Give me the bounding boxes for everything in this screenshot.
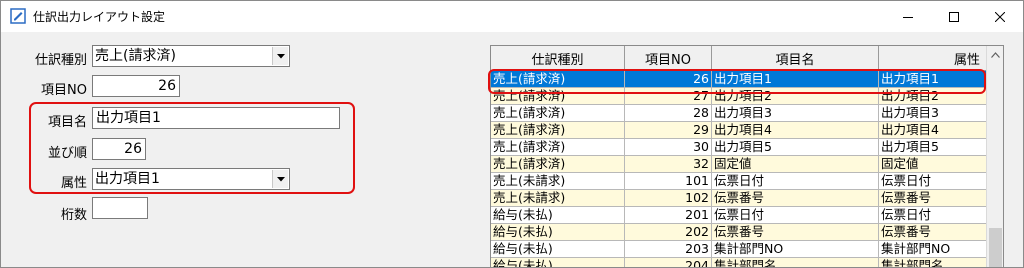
chevron-down-icon[interactable]: [272, 170, 288, 188]
table-row[interactable]: 売上(請求済) 30 出力項目5 出力項目5: [491, 139, 987, 156]
minimize-button[interactable]: [885, 1, 931, 32]
col-header-zokusei[interactable]: 属性: [879, 46, 987, 71]
keta-su-field[interactable]: [92, 197, 148, 219]
cell-shiwake-shubetsu[interactable]: 売上(請求済): [491, 139, 625, 156]
title-bar: 仕訳出力レイアウト設定: [1, 1, 1023, 32]
cell-shiwake-shubetsu[interactable]: 売上(未請求): [491, 173, 625, 190]
cell-shiwake-shubetsu[interactable]: 給与(未払): [491, 241, 625, 258]
highlight-box-selected-row: [488, 69, 986, 94]
cell-shiwake-shubetsu[interactable]: 売上(請求済): [491, 105, 625, 122]
shiwake-shubetsu-value: 売上(請求済): [95, 48, 176, 64]
close-icon: [995, 11, 1005, 22]
koumoku-no-label: 項目NO: [41, 83, 87, 98]
table-row[interactable]: 給与(未払) 202 伝票番号 伝票番号: [491, 224, 987, 241]
cell-koumoku-no[interactable]: 101: [625, 173, 712, 190]
keta-su-label: 桁数: [60, 208, 87, 223]
cell-zokusei[interactable]: 伝票番号: [879, 190, 987, 207]
cell-zokusei[interactable]: 出力項目4: [879, 122, 987, 139]
scrollbar-thumb[interactable]: [989, 228, 1002, 267]
cell-shiwake-shubetsu[interactable]: 売上(請求済): [491, 122, 625, 139]
cell-zokusei[interactable]: 伝票日付: [879, 173, 987, 190]
shiwake-shubetsu-label: 仕訳種別: [34, 53, 87, 68]
col-header-koumoku-mei[interactable]: 項目名: [712, 46, 879, 71]
maximize-button[interactable]: [931, 1, 977, 32]
cell-koumoku-mei[interactable]: 伝票日付: [712, 173, 879, 190]
shiwake-shubetsu-select[interactable]: 売上(請求済): [92, 45, 290, 67]
zokusei-select[interactable]: 出力項目1: [92, 168, 290, 190]
cell-zokusei[interactable]: 出力項目5: [879, 139, 987, 156]
close-button[interactable]: [977, 1, 1023, 32]
cell-shiwake-shubetsu[interactable]: 給与(未払): [491, 224, 625, 241]
table-row[interactable]: 売上(請求済) 28 出力項目3 出力項目3: [491, 105, 987, 122]
cell-shiwake-shubetsu[interactable]: 売上(未請求): [491, 190, 625, 207]
cell-zokusei[interactable]: 集計部門名: [879, 258, 987, 267]
cell-koumoku-no[interactable]: 30: [625, 139, 712, 156]
minimize-icon: [903, 16, 913, 18]
vertical-scrollbar[interactable]: [986, 46, 1003, 267]
cell-zokusei[interactable]: 出力項目3: [879, 105, 987, 122]
cell-koumoku-no[interactable]: 28: [625, 105, 712, 122]
cell-koumoku-mei[interactable]: 伝票日付: [712, 207, 879, 224]
cell-koumoku-no[interactable]: 32: [625, 156, 712, 173]
scroll-up-icon[interactable]: [987, 46, 1003, 63]
cell-koumoku-mei[interactable]: 出力項目3: [712, 105, 879, 122]
zokusei-label: 属性: [60, 176, 87, 191]
col-header-shiwake-shubetsu[interactable]: 仕訳種別: [491, 46, 625, 71]
cell-zokusei[interactable]: 伝票番号: [879, 224, 987, 241]
cell-koumoku-mei[interactable]: 伝票番号: [712, 190, 879, 207]
cell-koumoku-mei[interactable]: 集計部門NO: [712, 241, 879, 258]
cell-koumoku-mei[interactable]: 固定値: [712, 156, 879, 173]
cell-koumoku-no[interactable]: 201: [625, 207, 712, 224]
zokusei-value: 出力項目1: [95, 171, 160, 187]
koumoku-mei-field[interactable]: 出力項目1: [92, 107, 340, 129]
cell-koumoku-no[interactable]: 203: [625, 241, 712, 258]
grid-header: 仕訳種別 項目NO 項目名 属性: [491, 46, 987, 71]
cell-koumoku-mei[interactable]: 伝票番号: [712, 224, 879, 241]
koumoku-mei-label: 項目名: [47, 115, 87, 130]
cell-koumoku-mei[interactable]: 出力項目5: [712, 139, 879, 156]
window-title: 仕訳出力レイアウト設定: [33, 10, 166, 24]
cell-shiwake-shubetsu[interactable]: 売上(請求済): [491, 156, 625, 173]
table-row[interactable]: 売上(請求済) 29 出力項目4 出力項目4: [491, 122, 987, 139]
cell-koumoku-no[interactable]: 202: [625, 224, 712, 241]
table-row[interactable]: 給与(未払) 203 集計部門NO 集計部門NO: [491, 241, 987, 258]
cell-zokusei[interactable]: 集計部門NO: [879, 241, 987, 258]
table-row[interactable]: 売上(請求済) 32 固定値 固定値: [491, 156, 987, 173]
koumoku-no-field[interactable]: 26: [92, 75, 180, 97]
maximize-icon: [949, 11, 959, 22]
grid-body: 売上(請求済) 26 出力項目1 出力項目1 売上(請求済) 27 出力項目2 出力項目2 売上…: [491, 71, 987, 267]
narabi-jun-field[interactable]: 26: [92, 138, 146, 160]
narabi-jun-label: 並び順: [47, 146, 87, 161]
table-row[interactable]: 売上(未請求) 101 伝票日付 伝票日付: [491, 173, 987, 190]
cell-zokusei[interactable]: 伝票日付: [879, 207, 987, 224]
cell-koumoku-no[interactable]: 204: [625, 258, 712, 267]
cell-shiwake-shubetsu[interactable]: 給与(未払): [491, 207, 625, 224]
col-header-koumoku-no[interactable]: 項目NO: [625, 46, 712, 71]
cell-shiwake-shubetsu[interactable]: 給与(未払): [491, 258, 625, 267]
table-row[interactable]: 給与(未払) 204 集計部門名 集計部門名: [491, 258, 987, 267]
cell-koumoku-no[interactable]: 102: [625, 190, 712, 207]
cell-koumoku-mei[interactable]: 出力項目4: [712, 122, 879, 139]
table-row[interactable]: 給与(未払) 201 伝票日付 伝票日付: [491, 207, 987, 224]
app-edit-icon: [10, 8, 26, 24]
chevron-down-icon[interactable]: [272, 47, 288, 65]
cell-zokusei[interactable]: 固定値: [879, 156, 987, 173]
cell-koumoku-mei[interactable]: 集計部門名: [712, 258, 879, 267]
cell-koumoku-no[interactable]: 29: [625, 122, 712, 139]
layout-settings-window: 仕訳出力レイアウト設定 仕訳種別 売上(請求済) 項目NO 26 項目名 出力項…: [0, 0, 1024, 268]
table-row[interactable]: 売上(未請求) 102 伝票番号 伝票番号: [491, 190, 987, 207]
